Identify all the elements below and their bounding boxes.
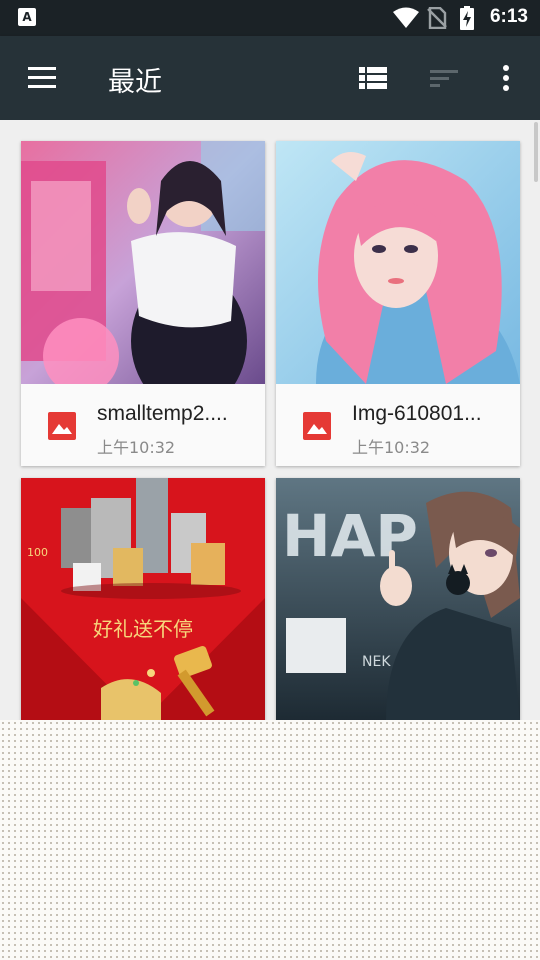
image-thumbnail [276,141,520,384]
sort-icon[interactable] [428,67,460,89]
pattern-background [0,720,540,960]
image-icon [48,412,76,440]
image-thumbnail: HAP NEK [276,478,520,720]
more-vert-icon[interactable] [498,64,514,92]
page-title: 最近 [108,67,162,98]
file-time: 上午10:32 [97,438,176,457]
list-view-icon[interactable] [358,66,388,90]
file-card[interactable]: 好礼送不停 100 [21,478,265,720]
file-info: smalltemp2.... 上午10:32 [21,384,265,466]
no-sim-icon [427,7,447,29]
file-name: Img-610801... [352,402,482,425]
status-time: 6:13 [489,6,528,27]
file-name: smalltemp2.... [97,402,228,425]
menu-icon[interactable] [26,64,58,92]
scrollbar[interactable] [534,122,538,182]
file-time: 上午10:32 [352,438,431,457]
image-icon [303,412,331,440]
battery-charging-icon [460,6,474,30]
file-card[interactable]: Img-610801... 上午10:32 [276,141,520,466]
image-thumbnail [21,141,265,384]
poster-text: HAP [282,502,418,570]
file-card[interactable]: HAP NEK [276,478,520,720]
app-bar: 最近 [0,36,540,120]
image-thumbnail: 好礼送不停 100 [21,478,265,720]
recent-files-grid: smalltemp2.... 上午10:32 Img-610801... 上午1… [0,120,540,720]
wifi-icon [393,7,419,28]
promo-badge: 100 [27,546,48,559]
notification-app-icon: A [18,8,36,26]
file-info: Img-610801... 上午10:32 [276,384,520,466]
file-card[interactable]: smalltemp2.... 上午10:32 [21,141,265,466]
promo-text: 好礼送不停 [93,617,193,641]
poster-small-text: NEK [362,654,391,670]
status-bar: A 6:13 [0,0,540,36]
